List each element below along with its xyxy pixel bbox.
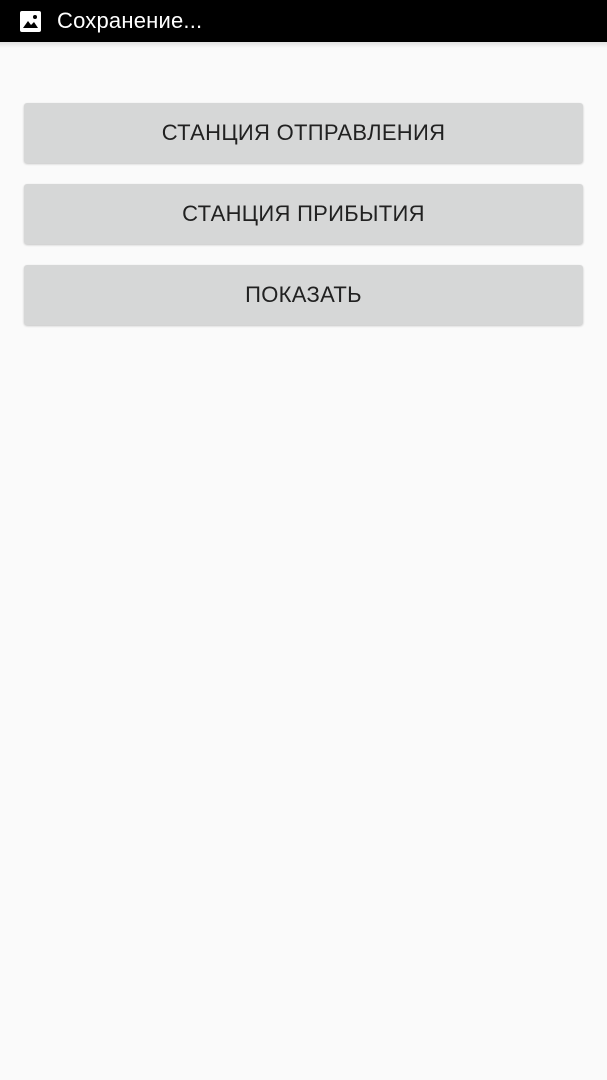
status-bar: Сохранение... xyxy=(0,0,607,42)
show-button[interactable]: ПОКАЗАТЬ xyxy=(24,265,583,325)
main-content: СТАНЦИЯ ОТПРАВЛЕНИЯ СТАНЦИЯ ПРИБЫТИЯ ПОК… xyxy=(0,42,607,1080)
status-notification-text: Сохранение... xyxy=(57,8,203,33)
departure-station-button[interactable]: СТАНЦИЯ ОТПРАВЛЕНИЯ xyxy=(24,103,583,163)
arrival-station-button[interactable]: СТАНЦИЯ ПРИБЫТИЯ xyxy=(24,184,583,244)
image-icon xyxy=(20,10,41,32)
